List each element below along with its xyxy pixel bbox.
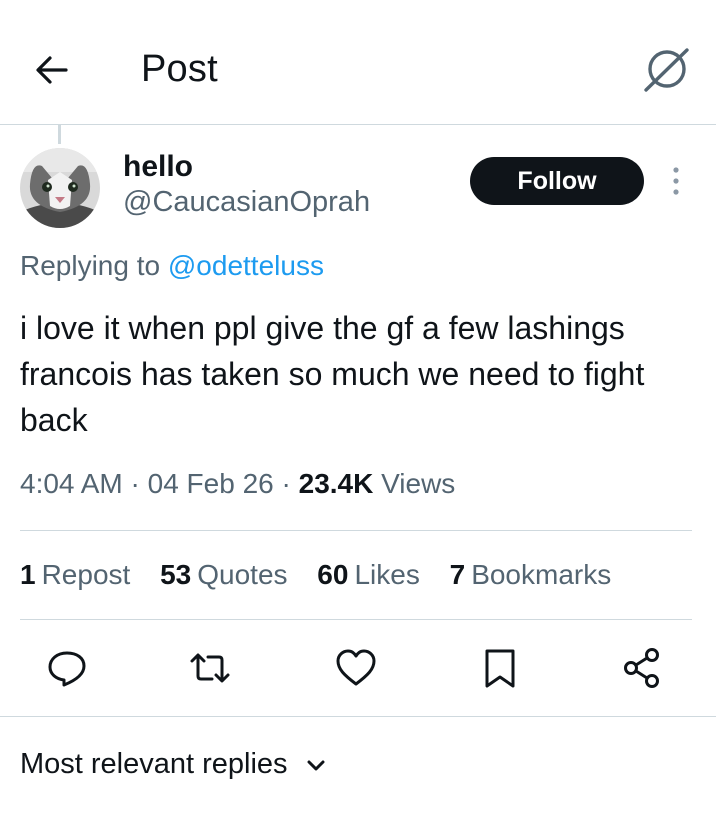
reply-icon bbox=[48, 651, 86, 687]
avatar[interactable] bbox=[20, 148, 100, 228]
likes-stat[interactable]: 60 Likes bbox=[317, 559, 420, 590]
grok-button[interactable] bbox=[640, 44, 694, 94]
cat-avatar bbox=[20, 148, 100, 228]
header-divider bbox=[0, 124, 716, 125]
meta-separator: · bbox=[281, 468, 291, 499]
display-name[interactable]: hello bbox=[123, 150, 193, 184]
stats-bottom-divider bbox=[20, 619, 692, 620]
likes-label: Likes bbox=[354, 559, 420, 590]
arrow-left-icon bbox=[36, 56, 68, 84]
tweet-time[interactable]: 4:04 AM bbox=[20, 468, 123, 499]
engagement-stats: 1 Repost 53 Quotes 60 Likes 7 Bookmarks bbox=[20, 559, 611, 591]
like-icon bbox=[336, 649, 376, 686]
thread-line bbox=[58, 125, 61, 144]
follow-button[interactable]: Follow bbox=[470, 157, 644, 205]
bookmark-button[interactable] bbox=[478, 646, 522, 690]
reposts-label: Repost bbox=[41, 559, 131, 590]
tweet-text: i love it when ppl give the gf a few las… bbox=[20, 310, 645, 438]
replies-sort-selector[interactable]: Most relevant replies bbox=[20, 748, 328, 781]
meta-separator: · bbox=[130, 468, 140, 499]
share-button[interactable] bbox=[620, 646, 664, 690]
bookmarks-stat[interactable]: 7 Bookmarks bbox=[450, 559, 612, 590]
replying-to: Replying to @odetteluss bbox=[20, 250, 324, 282]
bookmarks-count: 7 bbox=[449, 559, 466, 590]
views-label[interactable]: Views bbox=[381, 468, 455, 499]
chevron-down-icon bbox=[307, 760, 325, 771]
replying-to-label: Replying to bbox=[20, 250, 161, 281]
bookmark-icon bbox=[485, 649, 515, 688]
back-button[interactable] bbox=[30, 48, 74, 92]
tweet-meta: 4:04 AM · 04 Feb 26 · 23.4K Views bbox=[20, 468, 455, 500]
tweet-date[interactable]: 04 Feb 26 bbox=[148, 468, 274, 499]
likes-count: 60 bbox=[317, 559, 349, 590]
reposts-stat[interactable]: 1 Repost bbox=[20, 559, 130, 590]
bookmarks-label: Bookmarks bbox=[471, 559, 612, 590]
like-button[interactable] bbox=[334, 646, 378, 690]
views-count[interactable]: 23.4K bbox=[299, 468, 374, 499]
stats-top-divider bbox=[20, 530, 692, 531]
more-options-button[interactable] bbox=[668, 166, 684, 198]
reply-button[interactable] bbox=[45, 646, 89, 690]
share-icon bbox=[624, 648, 659, 688]
user-handle[interactable]: @CaucasianOprah bbox=[123, 186, 370, 219]
replies-sort-label: Most relevant replies bbox=[20, 748, 288, 780]
repost-button[interactable] bbox=[188, 646, 232, 690]
quotes-label: Quotes bbox=[197, 559, 288, 590]
page-title: Post bbox=[141, 48, 218, 90]
repost-icon bbox=[190, 653, 230, 683]
quotes-stat[interactable]: 53 Quotes bbox=[160, 559, 287, 590]
actions-bottom-divider bbox=[0, 716, 716, 717]
more-vertical-icon bbox=[673, 167, 679, 195]
grok-icon bbox=[644, 48, 689, 92]
reply-mention-link[interactable]: @odetteluss bbox=[168, 250, 324, 281]
reposts-count: 1 bbox=[20, 559, 36, 590]
quotes-count: 53 bbox=[160, 559, 192, 590]
